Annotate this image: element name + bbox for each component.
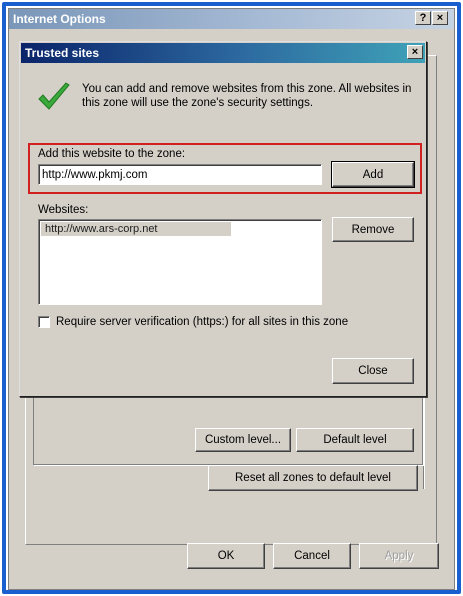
https-checkbox-label: Require server verification (https:) for… xyxy=(56,316,349,328)
trusted-sites-close-button[interactable]: × xyxy=(407,45,423,59)
default-level-button[interactable]: Default level xyxy=(296,428,414,452)
cancel-button[interactable]: Cancel xyxy=(273,543,351,569)
add-website-label: Add this website to the zone: xyxy=(38,148,186,160)
ok-button[interactable]: OK xyxy=(187,543,265,569)
websites-list[interactable]: http://www.ars-corp.net xyxy=(38,219,322,305)
websites-label: Websites: xyxy=(38,204,89,216)
reset-all-zones-button[interactable]: Reset all zones to default level xyxy=(208,465,418,491)
add-button[interactable]: Add xyxy=(331,161,415,188)
internet-options-title: Internet Options xyxy=(13,12,106,26)
zone-description: You can add and remove websites from thi… xyxy=(82,83,412,109)
add-website-input[interactable] xyxy=(38,164,322,185)
list-item[interactable]: http://www.ars-corp.net xyxy=(41,222,231,236)
custom-level-button[interactable]: Custom level... xyxy=(195,428,291,452)
security-level-group xyxy=(33,389,424,466)
close-button[interactable]: Close xyxy=(332,358,414,384)
trusted-sites-dialog: Trusted sites × You can add and remove w… xyxy=(19,41,427,397)
apply-button[interactable]: Apply xyxy=(359,543,439,569)
https-checkbox[interactable] xyxy=(38,316,50,328)
trusted-sites-title: Trusted sites xyxy=(25,46,100,60)
trusted-sites-titlebar: Trusted sites × xyxy=(21,43,425,63)
checkmark-icon xyxy=(38,82,70,110)
internet-options-titlebar: Internet Options ? × xyxy=(9,9,454,29)
internet-options-window: Internet Options ? × Custom level... Def… xyxy=(8,8,455,590)
help-button[interactable]: ? xyxy=(415,11,431,25)
remove-button[interactable]: Remove xyxy=(332,217,414,242)
internet-options-close-button[interactable]: × xyxy=(432,11,448,25)
